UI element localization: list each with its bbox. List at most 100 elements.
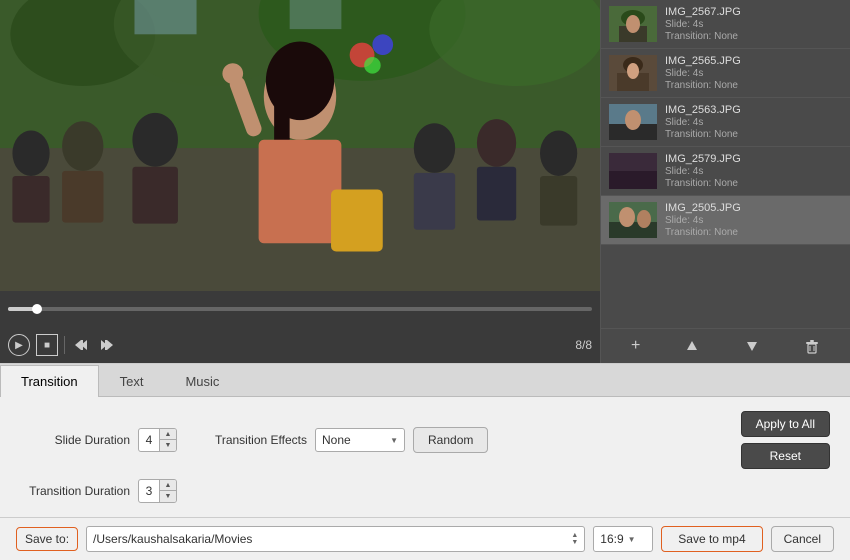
progress-track[interactable] — [8, 307, 592, 311]
trash-icon — [804, 338, 820, 354]
ratio-chevron-icon: ▼ — [628, 535, 636, 544]
transition-effects-select[interactable]: None ▼ — [315, 428, 405, 452]
thumb-svg-4 — [609, 153, 657, 189]
delete-slide-button[interactable] — [798, 336, 826, 356]
footer-bar: Save to: /Users/kaushalsakaria/Movies ▲ … — [0, 517, 850, 560]
tab-music[interactable]: Music — [164, 365, 240, 397]
list-item[interactable]: IMG_2567.JPG Slide: 4s Transition: None — [601, 0, 850, 49]
slide-toolbar: + — [601, 328, 850, 363]
progress-thumb — [32, 304, 42, 314]
transition-duration-spinner[interactable]: 3 ▲ ▼ — [138, 479, 177, 503]
divider-1 — [64, 336, 65, 354]
thumb-svg-1 — [609, 6, 657, 42]
slide-duration-up[interactable]: ▲ — [160, 429, 176, 440]
scene-svg — [0, 0, 600, 291]
slide-duration-field: Slide Duration 4 ▲ ▼ — [20, 428, 177, 452]
list-item[interactable]: IMG_2505.JPG Slide: 4s Transition: None — [601, 196, 850, 245]
slide-duration-value: 4 — [139, 433, 159, 447]
video-container — [0, 0, 600, 291]
move-up-button[interactable] — [678, 336, 706, 356]
slide-duration-label: Slide Duration — [20, 433, 130, 447]
transition-duration-value: 3 — [139, 484, 159, 498]
transition-duration-up[interactable]: ▲ — [160, 480, 176, 491]
slide-duration-arrows: ▲ ▼ — [159, 429, 176, 451]
slide-name: IMG_2579.JPG — [665, 153, 842, 165]
transition-duration-field: Transition Duration 3 ▲ ▼ — [20, 479, 177, 503]
transition-effects-label: Transition Effects — [197, 433, 307, 447]
slide-duration: Slide: 4s — [665, 166, 842, 177]
forward-button[interactable] — [97, 335, 117, 355]
chevron-down-icon: ▼ — [390, 436, 398, 445]
save-path-input[interactable]: /Users/kaushalsakaria/Movies ▲ ▼ — [86, 526, 585, 552]
controls-bar: ▶ ■ 8/8 — [0, 327, 600, 363]
list-item[interactable]: IMG_2579.JPG Slide: 4s Transition: None — [601, 147, 850, 196]
transition-effects-value: None — [322, 433, 386, 447]
list-item[interactable]: IMG_2565.JPG Slide: 4s Transition: None — [601, 49, 850, 98]
slide-thumbnail — [609, 55, 657, 91]
transition-panel: Slide Duration 4 ▲ ▼ Transition Effects … — [0, 397, 850, 517]
slide-counter: 8/8 — [575, 338, 592, 352]
slide-duration-down[interactable]: ▼ — [160, 440, 176, 451]
slide-duration: Slide: 4s — [665, 117, 842, 128]
slide-transition: Transition: None — [665, 80, 842, 91]
slide-thumbnail — [609, 104, 657, 140]
save-path-value: /Users/kaushalsakaria/Movies — [93, 532, 252, 546]
save-to-button[interactable]: Save to: — [16, 527, 78, 551]
thumb-svg-5 — [609, 202, 657, 238]
main-area: ▶ ■ 8/8 — [0, 0, 850, 363]
slide-name: IMG_2565.JPG — [665, 55, 842, 67]
save-mp4-button[interactable]: Save to mp4 — [661, 526, 762, 552]
path-spinner-icon: ▲ ▼ — [571, 532, 578, 546]
slide-info: IMG_2565.JPG Slide: 4s Transition: None — [665, 55, 842, 91]
thumb-svg-3 — [609, 104, 657, 140]
action-buttons-group: Apply to All Reset — [741, 411, 830, 469]
add-slide-button[interactable]: + — [625, 335, 646, 357]
video-scene — [0, 0, 600, 291]
slide-transition: Transition: None — [665, 227, 842, 238]
tab-transition[interactable]: Transition — [0, 365, 99, 397]
rewind-button[interactable] — [71, 335, 91, 355]
slide-info: IMG_2579.JPG Slide: 4s Transition: None — [665, 153, 842, 189]
transition-effects-field: Transition Effects None ▼ Random — [197, 427, 488, 453]
tab-text[interactable]: Text — [99, 365, 165, 397]
settings-row-1: Slide Duration 4 ▲ ▼ Transition Effects … — [20, 411, 830, 469]
slide-duration: Slide: 4s — [665, 215, 842, 226]
move-down-button[interactable] — [738, 336, 766, 356]
tab-bar: Transition Text Music — [0, 364, 850, 397]
bottom-panel: Transition Text Music Slide Duration 4 ▲… — [0, 363, 850, 560]
transition-duration-arrows: ▲ ▼ — [159, 480, 176, 502]
transition-duration-down[interactable]: ▼ — [160, 491, 176, 502]
slide-transition: Transition: None — [665, 31, 842, 42]
reset-button[interactable]: Reset — [741, 443, 830, 469]
slide-info: IMG_2567.JPG Slide: 4s Transition: None — [665, 6, 842, 42]
settings-row-2: Transition Duration 3 ▲ ▼ — [20, 479, 830, 503]
video-panel: ▶ ■ 8/8 — [0, 0, 600, 363]
aspect-ratio-value: 16:9 — [600, 532, 623, 546]
slide-transition: Transition: None — [665, 178, 842, 189]
aspect-ratio-select[interactable]: 16:9 ▼ — [593, 526, 653, 552]
slide-info: IMG_2563.JPG Slide: 4s Transition: None — [665, 104, 842, 140]
slide-name: IMG_2563.JPG — [665, 104, 842, 116]
slide-name: IMG_2567.JPG — [665, 6, 842, 18]
slide-transition: Transition: None — [665, 129, 842, 140]
cancel-button[interactable]: Cancel — [771, 526, 834, 552]
slide-info: IMG_2505.JPG Slide: 4s Transition: None — [665, 202, 842, 238]
stop-button[interactable]: ■ — [36, 334, 58, 356]
slide-thumbnail — [609, 153, 657, 189]
apply-to-all-button[interactable]: Apply to All — [741, 411, 830, 437]
transition-duration-label: Transition Duration — [20, 484, 130, 498]
up-arrow-icon — [684, 338, 700, 354]
down-arrow-icon — [744, 338, 760, 354]
slide-thumbnail — [609, 6, 657, 42]
slide-duration: Slide: 4s — [665, 68, 842, 79]
slide-duration: Slide: 4s — [665, 19, 842, 30]
slide-thumbnail — [609, 202, 657, 238]
thumb-svg-2 — [609, 55, 657, 91]
slide-duration-spinner[interactable]: 4 ▲ ▼ — [138, 428, 177, 452]
list-item[interactable]: IMG_2563.JPG Slide: 4s Transition: None — [601, 98, 850, 147]
playback-bar — [0, 291, 600, 327]
slide-list-spacer — [601, 245, 850, 328]
play-button[interactable]: ▶ — [8, 334, 30, 356]
rewind-icon — [73, 337, 89, 353]
random-button[interactable]: Random — [413, 427, 488, 453]
